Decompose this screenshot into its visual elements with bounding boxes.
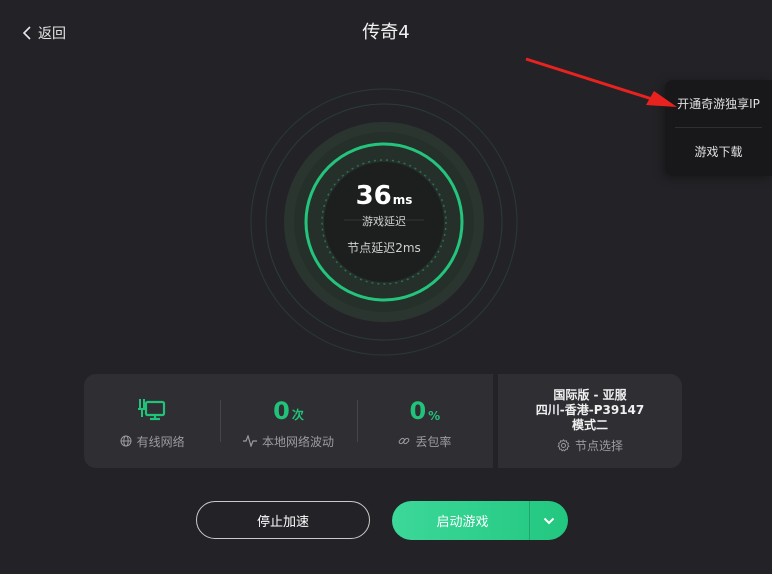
start-game-button[interactable]: 启动游戏 — [392, 501, 529, 540]
game-download-menu-item[interactable]: 游戏下载 — [665, 128, 772, 175]
node-latency: 节点延迟2ms — [347, 240, 421, 255]
stat-label: 丢包率 — [415, 434, 452, 449]
start-options-dropdown[interactable] — [530, 501, 568, 540]
stat-label: 有线网络 — [136, 434, 185, 449]
latency-readout: 36 ms — [356, 183, 413, 209]
stat-unit: % — [428, 408, 441, 423]
game-accelerator-window: 返回 传奇4 36 ms 游戏延迟 节点延迟2ms 开通奇游独享IP 游戏下载 … — [0, 0, 772, 574]
node-select-label: 节点选择 — [574, 439, 623, 453]
stat-value: 0 — [273, 396, 290, 425]
stop-acceleration-button[interactable]: 停止加速 — [196, 501, 370, 539]
network-stats-panel: 有线网络 0 次 本地网络波动 0 % 丢包率 国际版 - 亚服 四川-香港-P… — [84, 374, 682, 468]
stat-packet-loss: 0 % 丢包率 — [356, 374, 493, 468]
globe-icon — [120, 435, 132, 447]
node-mode: 模式二 — [571, 418, 608, 432]
latency-unit: ms — [392, 192, 413, 207]
pulse-icon — [242, 435, 257, 447]
node-select-button[interactable]: 节点选择 — [557, 437, 623, 454]
stat-value: 0 — [409, 396, 427, 425]
node-route: 四川-香港-P39147 — [535, 403, 645, 417]
link-icon — [398, 437, 410, 445]
stat-label: 本地网络波动 — [261, 434, 334, 449]
stat-network-fluctuation: 0 次 本地网络波动 — [220, 374, 356, 468]
stat-unit: 次 — [291, 407, 304, 422]
stats-group: 有线网络 0 次 本地网络波动 0 % 丢包率 — [84, 374, 493, 468]
chevron-down-icon — [543, 517, 555, 524]
annotation-arrow-icon — [525, 57, 677, 107]
gear-icon — [557, 439, 570, 452]
latency-value: 36 — [355, 180, 392, 211]
node-region: 国际版 - 亚服 — [553, 388, 627, 402]
stat-network-type: 有线网络 — [84, 374, 220, 468]
gauge-readout: 36 ms 游戏延迟 节点延迟2ms — [250, 88, 518, 356]
page-title: 传奇4 — [362, 22, 410, 43]
start-game-button-group: 启动游戏 — [392, 501, 568, 540]
latency-gauge: 36 ms 游戏延迟 节点延迟2ms — [250, 88, 518, 356]
latency-label: 游戏延迟 — [362, 214, 406, 228]
ethernet-icon — [138, 398, 166, 420]
node-info: 国际版 - 亚服 四川-香港-P39147 模式二 节点选择 — [498, 374, 682, 468]
